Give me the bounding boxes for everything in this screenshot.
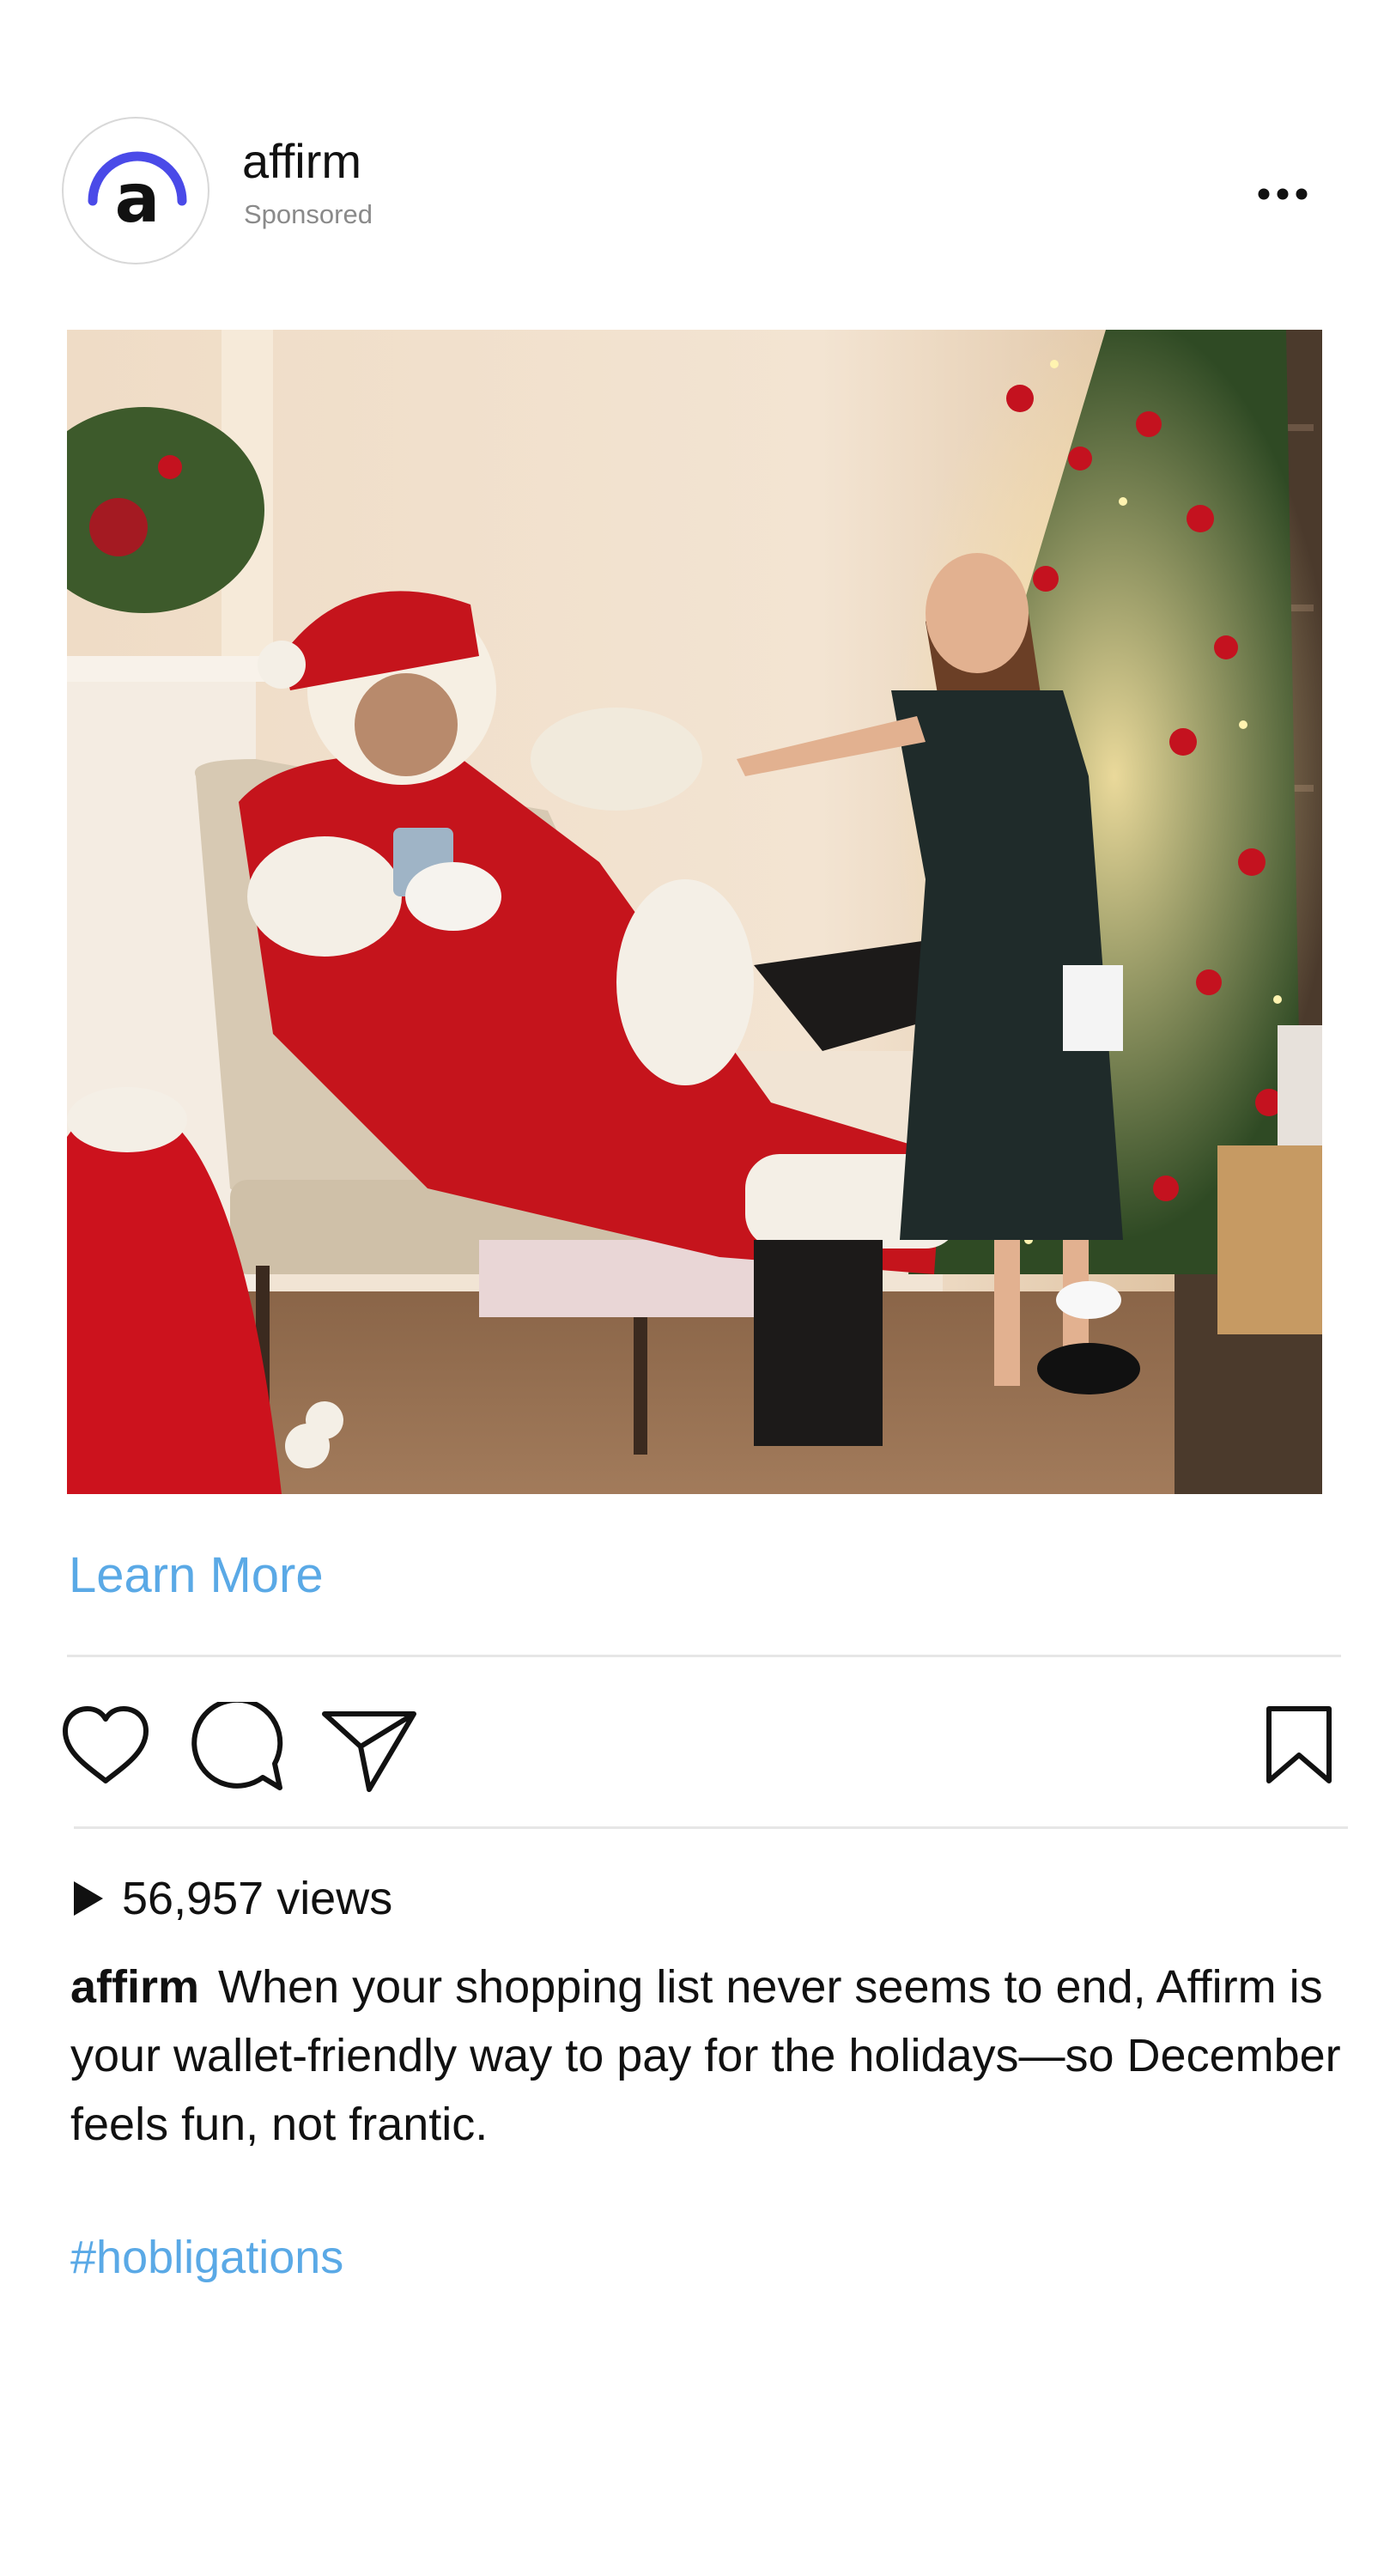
more-options-icon (1258, 188, 1308, 200)
comment-bubble-icon (191, 1697, 283, 1790)
paper-plane-icon (322, 1711, 416, 1792)
more-options-button[interactable] (1240, 168, 1326, 220)
sponsored-label: Sponsored (244, 199, 373, 229)
post-media[interactable] (67, 330, 1322, 1494)
sponsored-post: a affirm Sponsored Learn More 56,957 vie… (0, 0, 1390, 2576)
avatar[interactable]: a (62, 117, 209, 264)
account-name[interactable]: affirm (242, 134, 361, 189)
comment-button[interactable] (191, 1697, 285, 1793)
avatar-letter: a (115, 161, 161, 238)
post-header: a affirm Sponsored (62, 117, 1332, 268)
heart-icon (63, 1706, 149, 1783)
divider (67, 1655, 1341, 1657)
hashtag-link[interactable]: #hobligations (70, 2229, 343, 2286)
views-suffix: views (276, 1873, 393, 1924)
caption-username[interactable]: affirm (70, 1961, 199, 2013)
caption: affirm When your shopping list never seem… (70, 1953, 1341, 2159)
bookmark-icon (1266, 1706, 1332, 1783)
holiday-scene-image (67, 330, 1322, 1494)
views-number: 56,957 (122, 1873, 264, 1924)
views-count: 56,957 views (74, 1870, 392, 1927)
learn-more-link[interactable]: Learn More (69, 1546, 324, 1606)
divider (74, 1826, 1348, 1829)
play-icon (74, 1881, 103, 1916)
like-button[interactable] (60, 1705, 151, 1788)
share-button[interactable] (321, 1707, 417, 1793)
save-button[interactable] (1264, 1705, 1334, 1784)
affirm-logo-icon: a (88, 151, 187, 238)
caption-text: When your shopping list never seems to e… (70, 1961, 1341, 2150)
